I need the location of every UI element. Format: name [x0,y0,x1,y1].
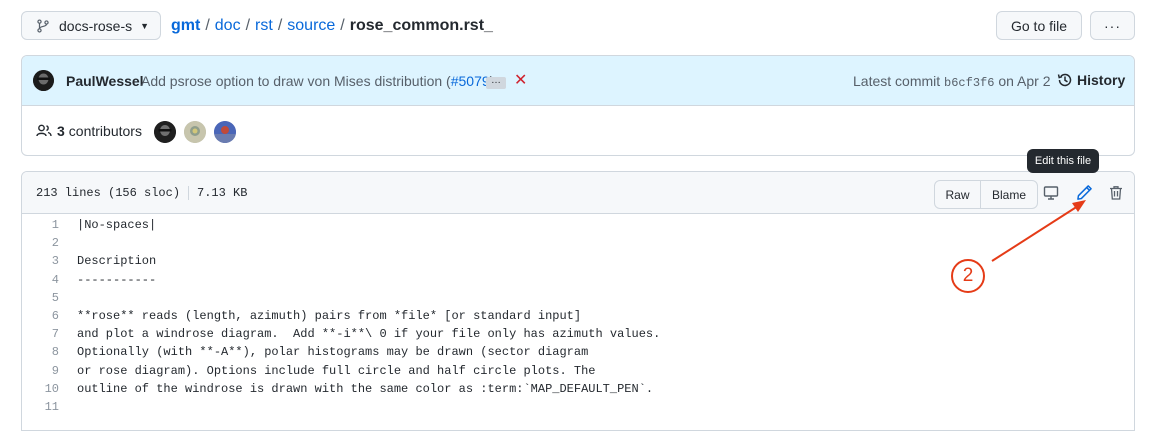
annotation-arrow [991,200,1086,262]
step-number-badge: 2 [951,259,985,293]
